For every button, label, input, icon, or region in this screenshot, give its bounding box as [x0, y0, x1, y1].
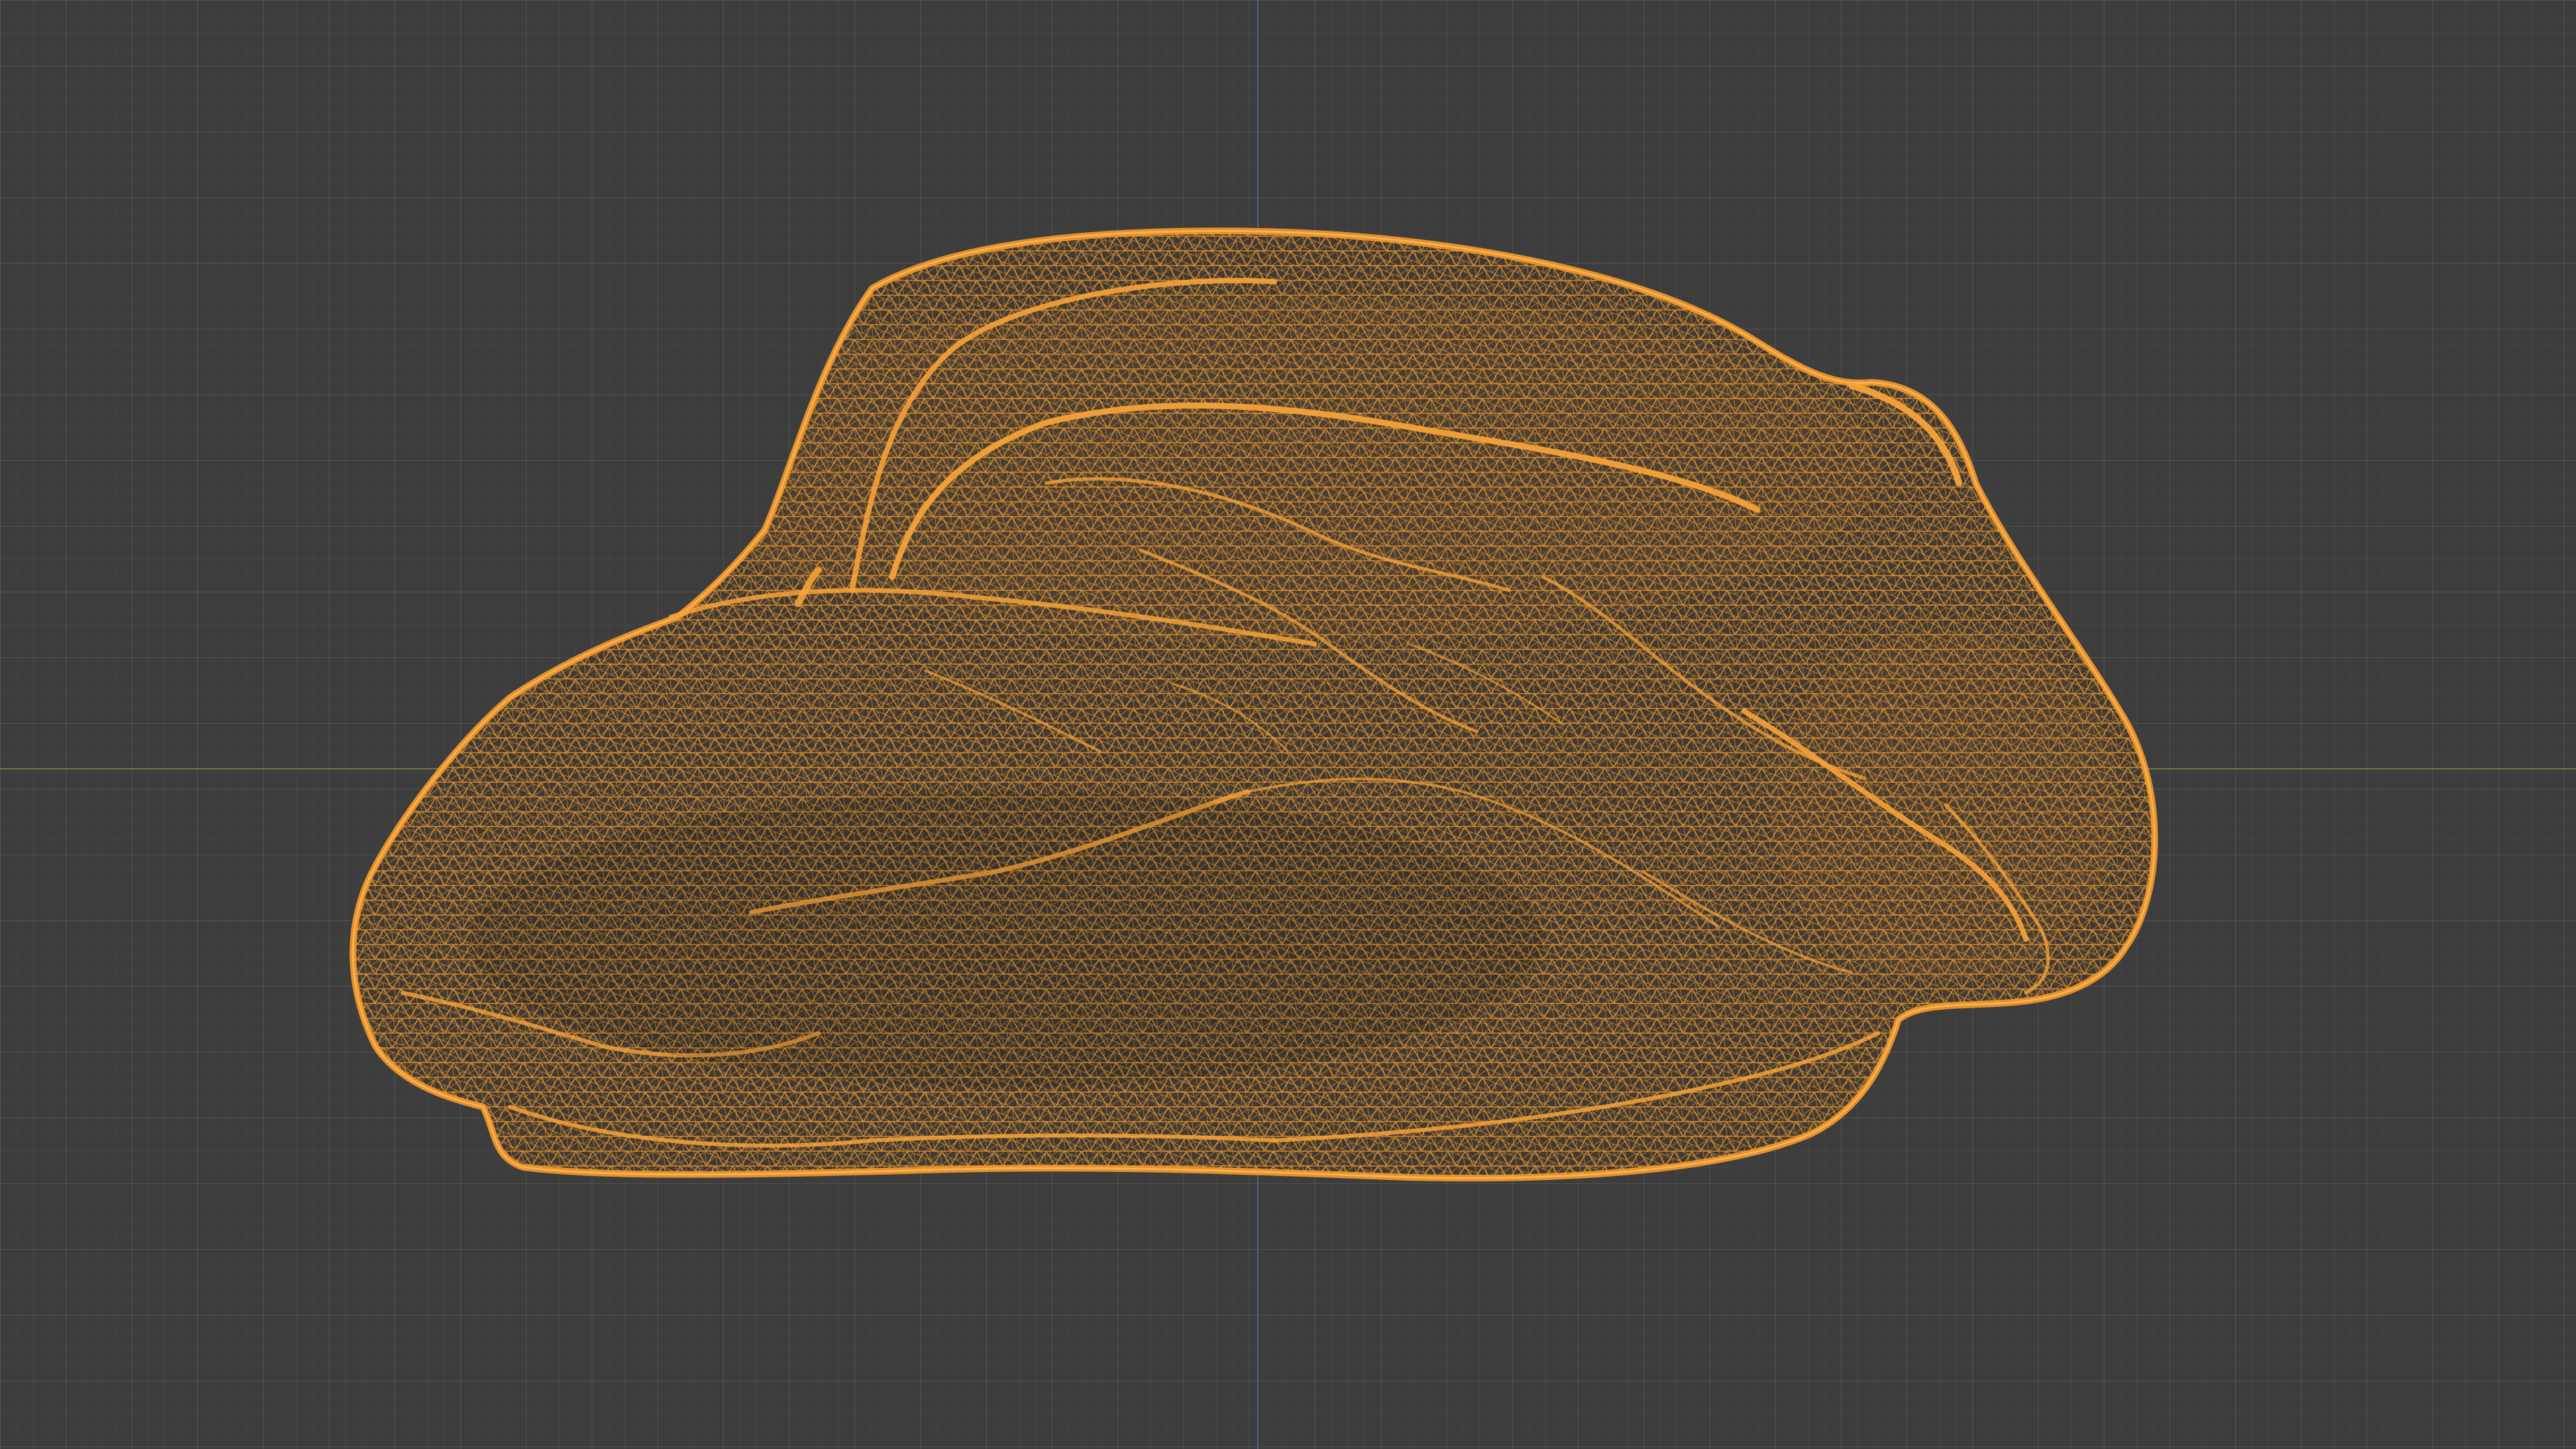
- wireframe-mesh-object[interactable]: [0, 0, 2576, 1449]
- mesh-body: [353, 231, 2155, 1179]
- 3d-viewport[interactable]: [0, 0, 2576, 1449]
